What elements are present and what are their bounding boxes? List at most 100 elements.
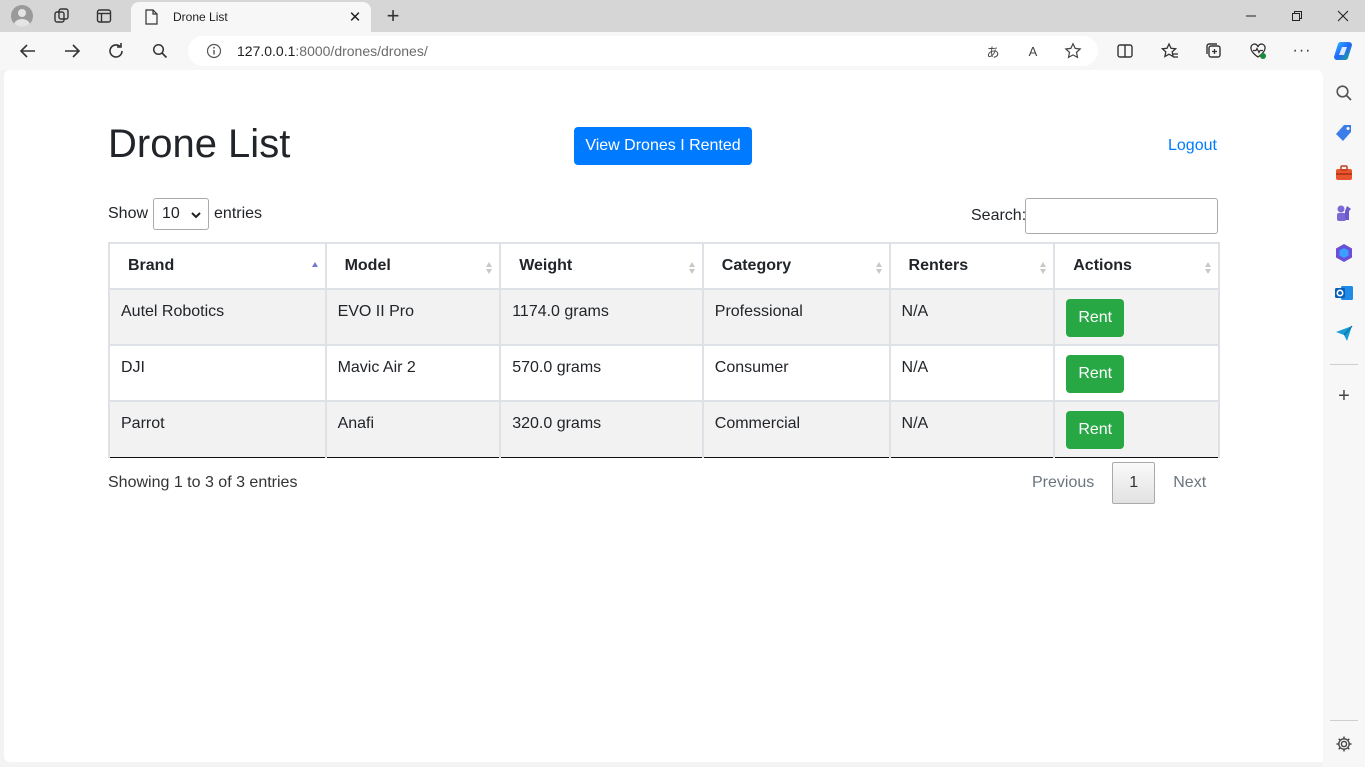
back-arrow-icon	[19, 44, 35, 58]
gear-icon	[1336, 736, 1352, 752]
cell-renters: N/A	[888, 344, 1056, 402]
refresh-icon	[109, 43, 123, 58]
page-length-select[interactable]: 10	[153, 198, 210, 230]
search-label: Search:	[971, 207, 1027, 224]
favorite-star-icon[interactable]	[1062, 41, 1084, 61]
read-aloud-icon[interactable]: A	[1022, 41, 1044, 61]
profile-button[interactable]	[6, 3, 38, 29]
forward-button[interactable]	[58, 37, 86, 65]
translate-icon[interactable]: あ	[982, 41, 1004, 61]
more-options-button[interactable]: ···	[1288, 37, 1316, 65]
new-tab-button[interactable]: +	[380, 3, 406, 29]
sidebar-divider	[1330, 720, 1358, 721]
address-bar[interactable]: 127.0.0.1:8000/drones/drones/ あ A	[188, 36, 1098, 66]
cell-renters: N/A	[888, 400, 1056, 458]
next-page-button[interactable]: Next	[1155, 474, 1224, 492]
sort-icon	[1205, 262, 1211, 274]
table-row: Parrot Anafi 320.0 grams Commercial N/A …	[108, 400, 1220, 458]
workspaces-icon	[54, 8, 69, 23]
window-close-button[interactable]	[1320, 0, 1365, 32]
rent-button[interactable]: Rent	[1066, 411, 1125, 449]
sidebar-microsoft365-button[interactable]	[1332, 241, 1356, 265]
copilot-button[interactable]	[1330, 37, 1358, 65]
page-length-value: 10	[162, 205, 180, 222]
table-info-text: Showing 1 to 3 of 3 entries	[108, 474, 298, 491]
shopping-tag-icon	[1336, 125, 1351, 141]
column-header-brand[interactable]: Brand	[108, 242, 327, 290]
sidebar-outlook-button[interactable]	[1332, 281, 1356, 305]
cell-category: Consumer	[701, 344, 891, 402]
previous-page-button[interactable]: Previous	[1014, 474, 1112, 492]
sidebar-add-button[interactable]: +	[1332, 384, 1356, 408]
minimize-icon	[1246, 15, 1256, 17]
show-label: Show	[108, 205, 149, 222]
table-header-row: Brand Model Weight Category Renters Acti…	[108, 242, 1220, 290]
cell-model: EVO II Pro	[324, 288, 502, 346]
cell-brand: DJI	[108, 344, 327, 402]
forward-arrow-icon	[65, 44, 81, 58]
back-button[interactable]	[14, 37, 42, 65]
search-icon	[1336, 85, 1352, 101]
view-rented-drones-button[interactable]: View Drones I Rented	[574, 127, 752, 165]
logout-link[interactable]: Logout	[1168, 137, 1217, 155]
site-info-icon[interactable]	[205, 42, 223, 60]
restore-button[interactable]	[1274, 0, 1320, 32]
sort-icon	[875, 262, 882, 274]
cell-weight: 1174.0 grams	[499, 288, 704, 346]
sidebar-games-button[interactable]	[1332, 201, 1356, 225]
column-header-renters[interactable]: Renters	[888, 242, 1056, 290]
browser-essentials-button[interactable]	[1244, 37, 1272, 65]
split-screen-icon	[1117, 44, 1133, 58]
rent-button[interactable]: Rent	[1066, 355, 1125, 393]
workspaces-button[interactable]	[48, 3, 76, 29]
page-number-button[interactable]: 1	[1112, 462, 1156, 504]
url-text[interactable]: 127.0.0.1:8000/drones/drones/	[237, 43, 428, 59]
split-screen-button[interactable]	[1111, 37, 1139, 65]
header-label: Renters	[908, 257, 969, 274]
browser-sidebar: +	[1323, 70, 1365, 767]
collections-button[interactable]	[1200, 37, 1228, 65]
chess-piece-icon	[1337, 205, 1351, 221]
cell-model: Anafi	[324, 400, 502, 458]
table-row: Autel Robotics EVO II Pro 1174.0 grams P…	[108, 288, 1220, 346]
table-search-input[interactable]	[1025, 198, 1218, 234]
search-button[interactable]	[146, 37, 174, 65]
minimize-button[interactable]	[1228, 0, 1274, 32]
tab-title: Drone List	[173, 10, 228, 24]
rent-button[interactable]: Rent	[1066, 299, 1125, 337]
page-icon	[143, 9, 159, 25]
cell-model: Mavic Air 2	[324, 344, 502, 402]
column-header-actions[interactable]: Actions	[1053, 242, 1220, 290]
collections-icon	[1206, 43, 1221, 58]
favorites-button[interactable]	[1156, 37, 1184, 65]
sidebar-shopping-button[interactable]	[1332, 121, 1356, 145]
column-header-weight[interactable]: Weight	[499, 242, 704, 290]
favorites-icon	[1161, 42, 1178, 58]
sidebar-settings-button[interactable]	[1332, 732, 1356, 756]
sort-ascending-icon	[311, 262, 318, 267]
close-icon	[1337, 10, 1349, 22]
window-bottom-edge	[0, 762, 1323, 767]
column-header-category[interactable]: Category	[701, 242, 891, 290]
cell-brand: Autel Robotics	[108, 288, 327, 346]
search-icon	[152, 43, 168, 59]
sidebar-tools-button[interactable]	[1332, 161, 1356, 185]
page-viewport: Drone List View Drones I Rented Logout S…	[4, 70, 1323, 762]
sidebar-search-button[interactable]	[1332, 81, 1356, 105]
sort-icon	[688, 262, 695, 274]
copilot-icon	[1334, 42, 1352, 60]
active-tab[interactable]: Drone List ✕	[131, 2, 371, 32]
cell-actions: Rent	[1053, 400, 1220, 458]
microsoft-365-icon	[1336, 244, 1352, 262]
sort-icon	[486, 262, 493, 274]
browser-toolbar: 127.0.0.1:8000/drones/drones/ あ A ···	[0, 32, 1365, 70]
refresh-button[interactable]	[102, 37, 130, 65]
pagination: Previous 1 Next	[1014, 462, 1224, 504]
header-label: Weight	[519, 257, 573, 274]
tab-actions-button[interactable]	[90, 3, 118, 29]
cell-weight: 320.0 grams	[499, 400, 704, 458]
column-header-model[interactable]: Model	[324, 242, 502, 290]
tab-close-icon[interactable]: ✕	[343, 5, 367, 29]
sidebar-drop-button[interactable]	[1332, 321, 1356, 345]
sidebar-divider	[1330, 364, 1358, 365]
